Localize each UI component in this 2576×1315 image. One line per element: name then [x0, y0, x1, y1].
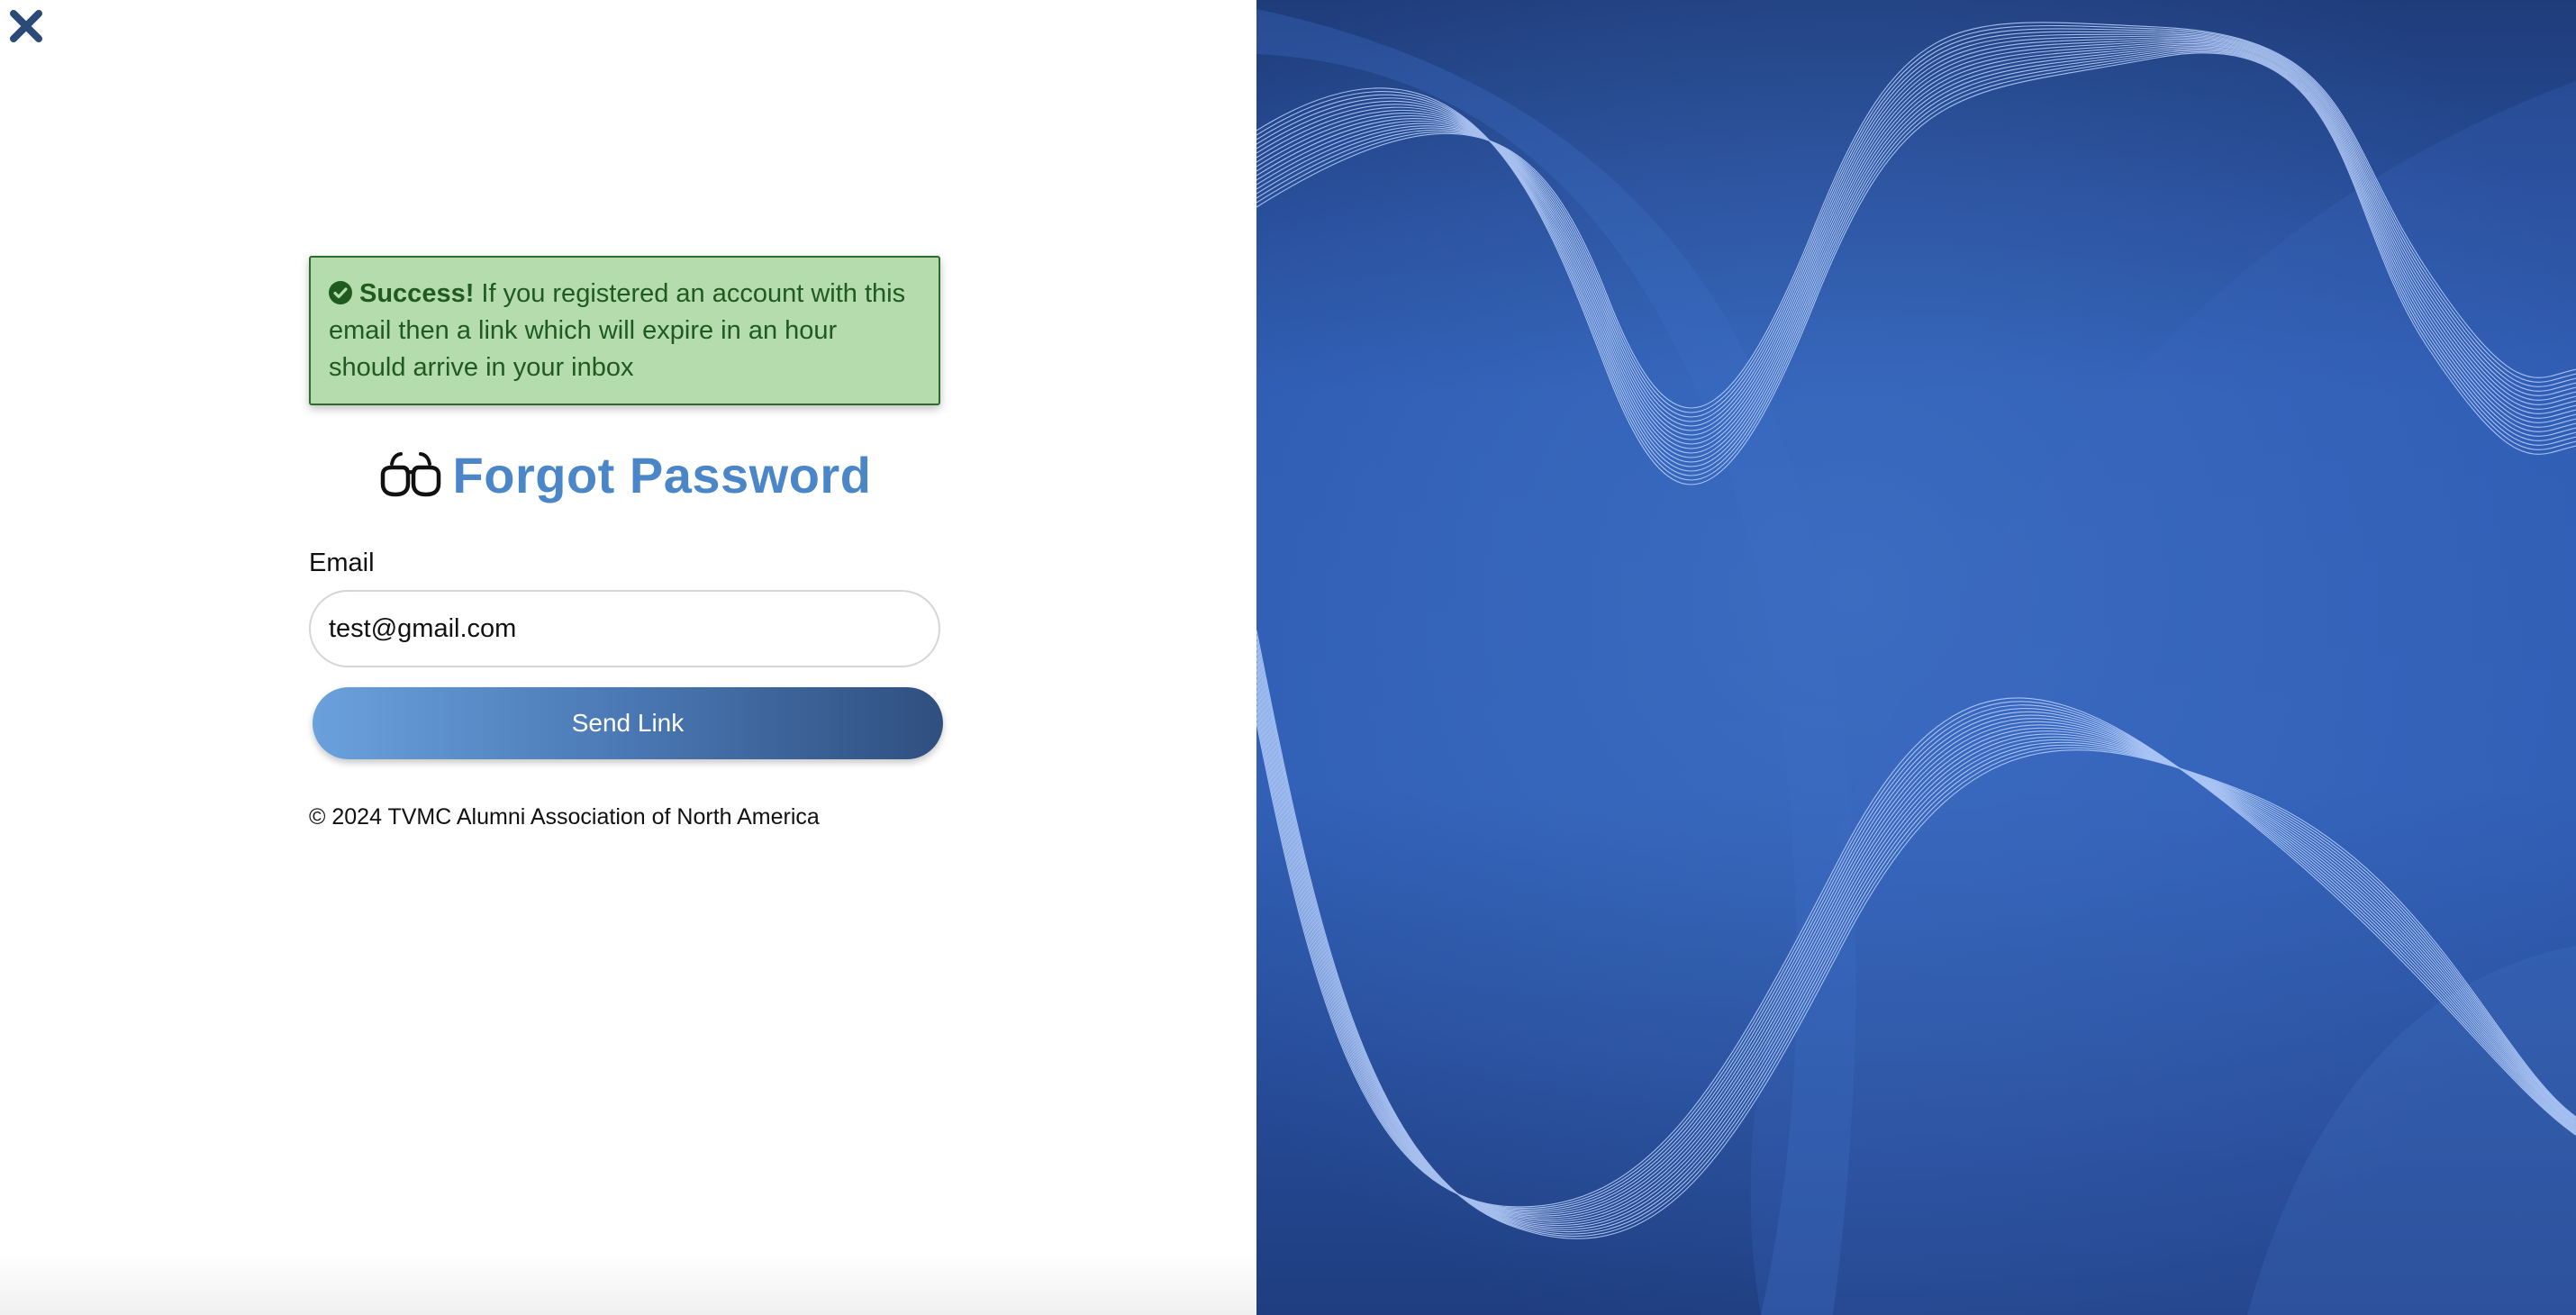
email-label: Email — [309, 549, 375, 577]
check-circle-icon — [329, 281, 352, 304]
page-header: Forgot Password — [309, 443, 941, 506]
login-panel: Success! If you registered an account wi… — [0, 0, 1256, 1315]
alert-title: Success! — [359, 279, 475, 308]
page: Success! If you registered an account wi… — [0, 0, 2576, 1315]
page-title: Forgot Password — [452, 446, 872, 503]
send-link-button[interactable]: Send Link — [313, 687, 943, 759]
forgot-password-form: Success! If you registered an account wi… — [309, 256, 943, 830]
wave-background-image — [1256, 0, 2576, 1315]
close-button[interactable] — [5, 5, 47, 47]
glasses-icon — [380, 452, 440, 497]
decorative-background — [1256, 0, 2576, 1315]
close-icon[interactable] — [8, 8, 44, 44]
copyright-text: © 2024 TVMC Alumni Association of North … — [309, 804, 820, 830]
email-field[interactable] — [309, 590, 940, 667]
success-alert: Success! If you registered an account wi… — [309, 256, 940, 405]
